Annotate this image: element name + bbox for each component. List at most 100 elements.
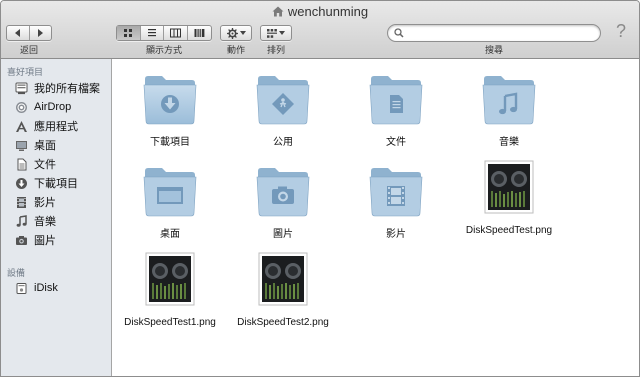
sidebar-item-documents[interactable]: 文件 — [15, 155, 111, 173]
back-button[interactable] — [7, 26, 30, 40]
coverflow-view-icon — [194, 29, 205, 37]
sidebar-item-label: AirDrop — [34, 101, 72, 113]
sidebar-item-label: 影片 — [34, 197, 56, 209]
sidebar-heading-favorites: 喜好項目 — [7, 67, 44, 77]
pictures-folder-icon — [256, 168, 310, 217]
icon-view-icon — [124, 29, 133, 37]
sidebar-item-label: 我的所有檔案 — [34, 83, 100, 95]
file-name: DiskSpeedTest1.png — [124, 317, 216, 328]
sidebar-item-idisk[interactable]: iDisk — [15, 279, 111, 297]
file-name: 公用 — [273, 137, 293, 148]
movies-icon — [17, 196, 26, 208]
home-icon — [272, 6, 284, 17]
search-icon — [394, 28, 404, 38]
documents-folder-icon — [369, 76, 423, 125]
png-thumbnail-icon — [484, 160, 534, 214]
file-name: 影片 — [386, 229, 406, 240]
file-name: 文件 — [386, 137, 406, 148]
toolbar: wenchunming 返回 顯示方式 動作 排列 搜尋 ? — [1, 1, 639, 59]
file-item[interactable]: 音樂 — [459, 71, 559, 149]
sidebar-item-applications[interactable]: 應用程式 — [15, 117, 111, 135]
file-item[interactable]: 影片 — [346, 163, 446, 241]
action-button-face — [221, 26, 251, 40]
finder-window: wenchunming 返回 顯示方式 動作 排列 搜尋 ? 喜好項目 我的所有… — [0, 0, 640, 377]
sidebar-item-label: 音樂 — [34, 216, 56, 228]
chevron-down-icon — [279, 30, 285, 35]
search-label: 搜尋 — [484, 45, 503, 55]
music-icon — [16, 214, 27, 227]
file-item[interactable]: 下載項目 — [120, 71, 220, 149]
sidebar-item-label: 下載項目 — [34, 178, 78, 190]
search-input[interactable] — [406, 26, 596, 40]
desktop-icon — [16, 140, 27, 151]
file-item[interactable]: DiskSpeedTest.png — [459, 159, 559, 237]
gear-icon — [226, 27, 238, 39]
all-files-icon — [15, 82, 28, 94]
action-menu-button[interactable] — [220, 25, 252, 41]
desktop-folder-icon — [143, 168, 197, 217]
sidebar-item-airdrop[interactable]: AirDrop — [15, 98, 111, 116]
sidebar-item-label: 桌面 — [34, 140, 56, 152]
sidebar-item-pictures[interactable]: 圖片 — [15, 231, 111, 249]
movies-folder-icon — [369, 168, 423, 217]
list-view-button[interactable] — [141, 26, 164, 40]
file-browser: 下載項目 公用 文件 音樂 桌面 圖片 影片 DiskSpeedTest.png… — [113, 59, 639, 376]
back-forward-control — [6, 25, 52, 41]
chevron-down-icon — [239, 30, 246, 35]
file-item[interactable]: DiskSpeedTest1.png — [120, 251, 220, 329]
file-item[interactable]: 文件 — [346, 71, 446, 149]
documents-icon — [17, 158, 27, 170]
applications-icon — [16, 120, 27, 132]
icon-view-button[interactable] — [117, 26, 141, 40]
arrange-label: 排列 — [266, 45, 285, 55]
search-field[interactable] — [387, 24, 601, 42]
sidebar-item-desktop[interactable]: 桌面 — [15, 136, 111, 154]
sidebar-item-music[interactable]: 音樂 — [15, 212, 111, 230]
arrange-menu-button[interactable] — [260, 25, 292, 41]
window-title-text: wenchunming — [287, 4, 369, 19]
sidebar-heading-devices: 設備 — [7, 268, 26, 278]
forward-arrow-icon — [38, 29, 44, 37]
downloads-icon — [16, 177, 27, 189]
forward-button[interactable] — [30, 26, 52, 40]
airdrop-icon — [16, 101, 27, 113]
list-view-icon — [147, 29, 156, 37]
view-mode-label: 顯示方式 — [145, 45, 182, 55]
png-thumbnail-icon — [258, 252, 308, 306]
idisk-icon — [16, 282, 27, 294]
public-folder-icon — [256, 76, 310, 125]
view-mode-control — [116, 25, 212, 41]
sidebar-item-all-files[interactable]: 我的所有檔案 — [15, 79, 111, 97]
column-view-icon — [169, 28, 181, 38]
file-item[interactable]: DiskSpeedTest2.png — [233, 251, 333, 329]
sidebar-item-movies[interactable]: 影片 — [15, 193, 111, 211]
column-view-button[interactable] — [164, 26, 188, 40]
file-name: 音樂 — [499, 137, 519, 148]
coverflow-view-button[interactable] — [188, 26, 211, 40]
sidebar: 喜好項目 我的所有檔案 AirDrop 應用程式 桌面 文件 下載項目 影片 音… — [1, 59, 112, 376]
file-name: 圖片 — [273, 229, 293, 240]
help-button[interactable]: ? — [613, 21, 629, 41]
file-name: 下載項目 — [150, 137, 190, 148]
action-label: 動作 — [226, 45, 245, 55]
file-item[interactable]: 圖片 — [233, 163, 333, 241]
file-name: DiskSpeedTest2.png — [237, 317, 329, 328]
file-name: 桌面 — [160, 229, 180, 240]
sidebar-item-label: 圖片 — [34, 235, 56, 247]
file-name: DiskSpeedTest.png — [465, 225, 553, 236]
window-title: wenchunming — [1, 4, 639, 19]
downloads-folder-icon — [143, 76, 197, 125]
sidebar-item-label: iDisk — [34, 282, 58, 294]
arrange-grid-icon — [267, 28, 277, 38]
file-item[interactable]: 桌面 — [120, 163, 220, 241]
back-arrow-icon — [14, 29, 20, 37]
file-item[interactable]: 公用 — [233, 71, 333, 149]
music-folder-icon — [482, 76, 536, 125]
back-label: 返回 — [19, 45, 38, 55]
camera-icon — [16, 235, 27, 245]
sidebar-item-downloads[interactable]: 下載項目 — [15, 174, 111, 192]
arrange-button-face — [261, 26, 291, 40]
png-thumbnail-icon — [145, 252, 195, 306]
sidebar-item-label: 文件 — [34, 159, 56, 171]
sidebar-item-label: 應用程式 — [34, 121, 78, 133]
